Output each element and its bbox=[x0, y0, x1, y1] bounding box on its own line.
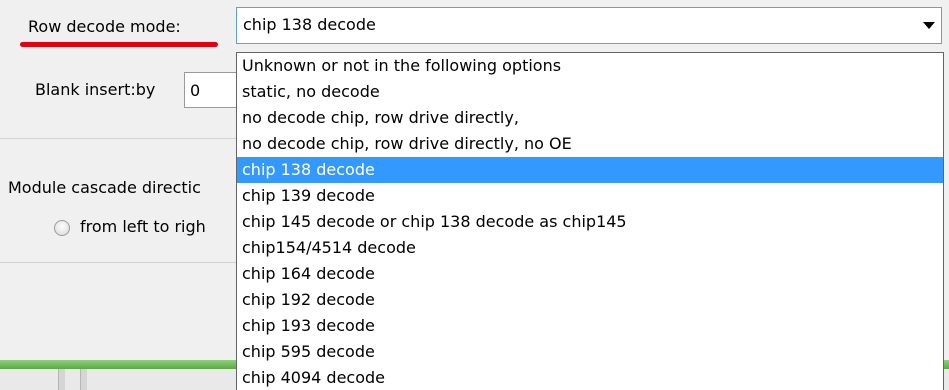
divider bbox=[0, 262, 240, 263]
row-decode-combobox[interactable]: chip 138 decode bbox=[236, 7, 942, 44]
bottom-handle bbox=[58, 369, 65, 390]
blank-insert-input[interactable] bbox=[184, 72, 244, 108]
dropdown-option[interactable]: chip 4094 decode bbox=[237, 365, 943, 390]
row-decode-dropdown-list: Unknown or not in the following options … bbox=[236, 52, 944, 390]
window: Row decode mode: Blank insert:by Module … bbox=[0, 0, 949, 390]
divider bbox=[0, 138, 240, 139]
left-to-right-radio[interactable] bbox=[54, 220, 70, 236]
dropdown-option[interactable]: chip 595 decode bbox=[237, 339, 943, 365]
dropdown-option[interactable]: no decode chip, row drive directly, no O… bbox=[237, 131, 943, 157]
module-cascade-label: Module cascade directic bbox=[8, 178, 201, 197]
dropdown-option[interactable]: chip 145 decode or chip 138 decode as ch… bbox=[237, 209, 943, 235]
dropdown-option[interactable]: chip 193 decode bbox=[237, 313, 943, 339]
dropdown-option[interactable]: static, no decode bbox=[237, 79, 943, 105]
dropdown-option[interactable]: chip154/4514 decode bbox=[237, 235, 943, 261]
dropdown-option-highlighted[interactable]: chip 138 decode bbox=[237, 157, 943, 183]
left-to-right-label[interactable]: from left to righ bbox=[80, 217, 206, 236]
chevron-down-icon[interactable] bbox=[923, 22, 935, 29]
blank-insert-label: Blank insert:by bbox=[35, 80, 156, 99]
dropdown-option[interactable]: chip 192 decode bbox=[237, 287, 943, 313]
dropdown-option[interactable]: Unknown or not in the following options bbox=[237, 53, 943, 79]
combobox-selected-value: chip 138 decode bbox=[243, 15, 376, 34]
dropdown-option[interactable]: chip 164 decode bbox=[237, 261, 943, 287]
row-decode-label: Row decode mode: bbox=[28, 17, 181, 36]
dropdown-option[interactable]: no decode chip, row drive directly, bbox=[237, 105, 943, 131]
dropdown-option[interactable]: chip 139 decode bbox=[237, 183, 943, 209]
bottom-handle bbox=[80, 369, 87, 390]
red-annotation-underline bbox=[20, 42, 218, 47]
